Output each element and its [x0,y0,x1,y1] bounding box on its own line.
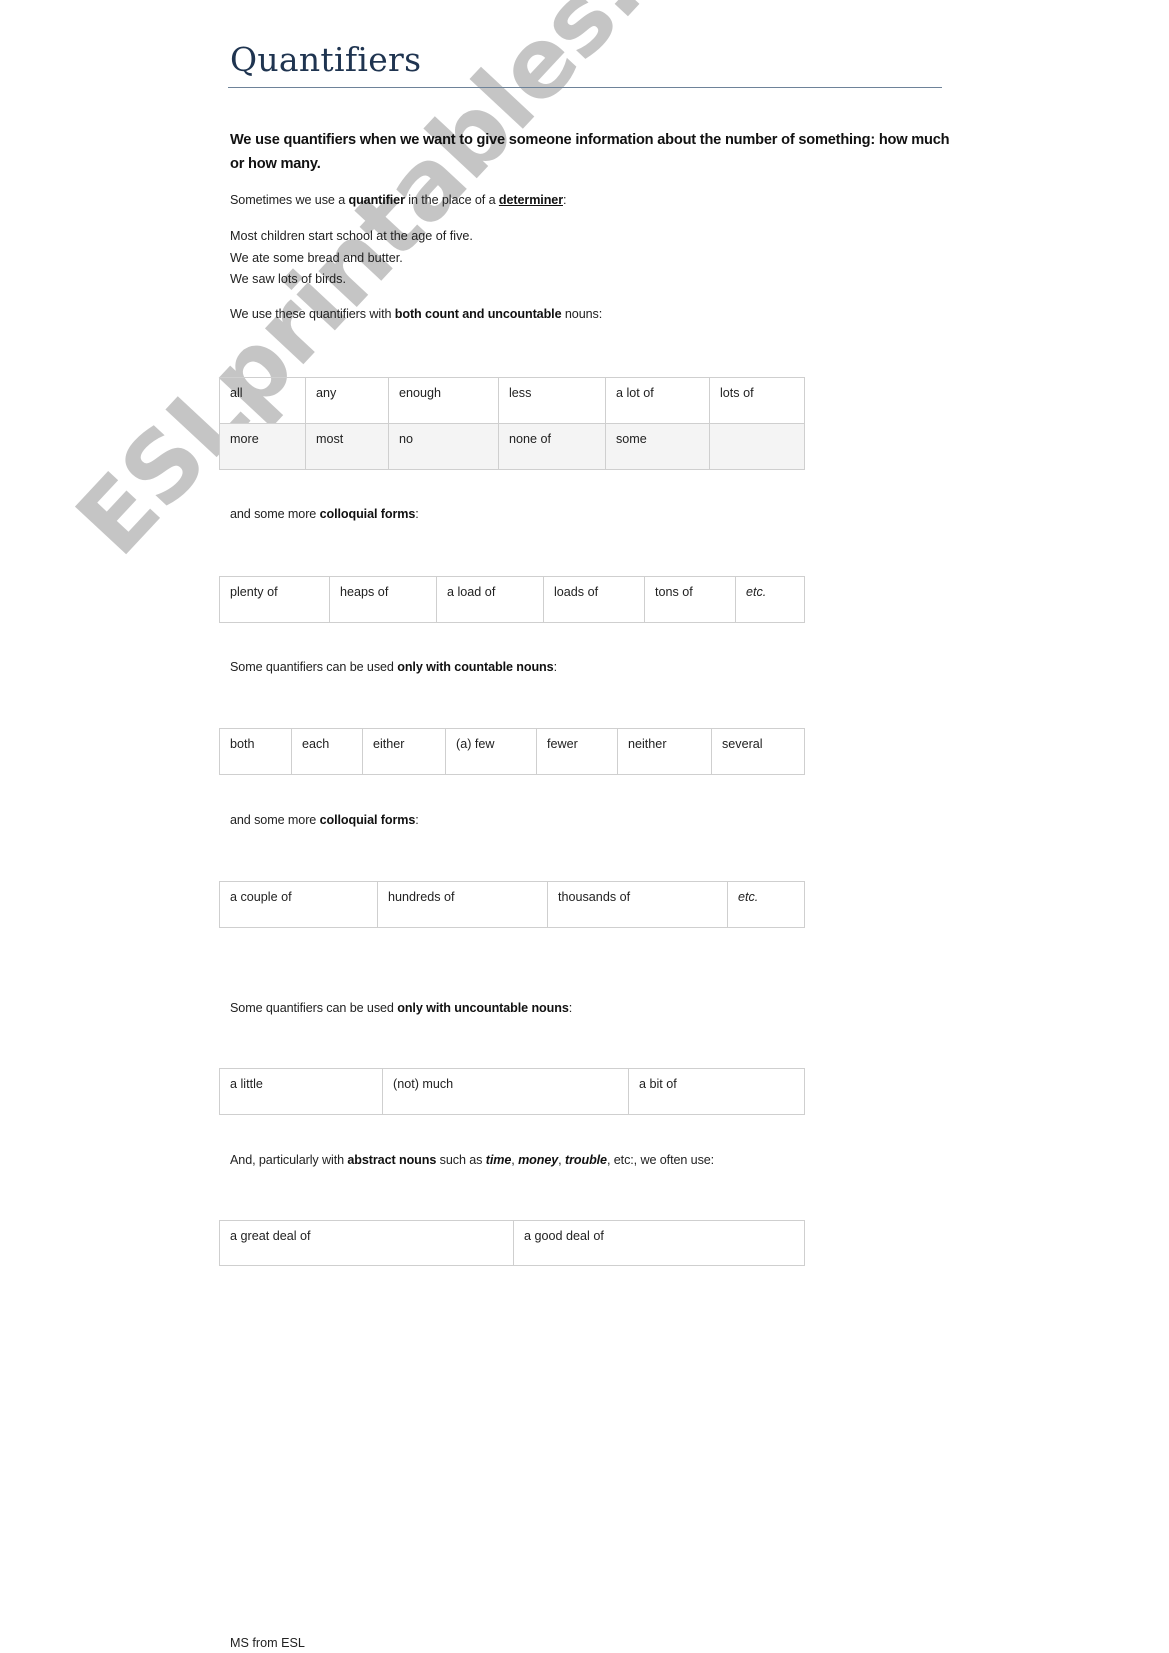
table-row: all any enough less a lot of lots of [219,377,805,424]
table-cell: a good deal of [513,1220,805,1266]
text: : [568,1001,573,1015]
table-row: a little (not) much a bit of [219,1068,805,1115]
table-cell: loads of [543,576,645,623]
table-cell: a couple of [219,881,378,928]
table-countable: both each either (a) few fewer neither s… [219,728,805,775]
table-cell: all [219,377,306,424]
table-cell: a load of [436,576,544,623]
emphasis: abstract nouns [347,1153,437,1167]
table-cell: several [711,728,805,775]
countable-sentence: Some quantifiers can be used only with c… [230,660,557,674]
text: : [415,813,419,827]
table-cell: (not) much [382,1068,629,1115]
table-cell: both [219,728,292,775]
footer-credit: MS from ESL [230,1636,305,1650]
text: and some more [230,813,320,827]
table-cell: none of [498,423,606,470]
text: : [553,660,558,674]
table-cell: a great deal of [219,1220,514,1266]
table-row: a couple of hundreds of thousands of etc… [219,881,805,928]
both-nouns-sentence: We use these quantifiers with both count… [230,307,602,321]
table-colloquial-2: a couple of hundreds of thousands of etc… [219,881,805,928]
text: Sometimes we use a [230,193,349,207]
table-cell: some [605,423,710,470]
table-uncountable: a little (not) much a bit of [219,1068,805,1115]
table-cell: less [498,377,606,424]
table-cell: each [291,728,363,775]
table-cell: a little [219,1068,383,1115]
table-cell [709,423,805,470]
example-word: trouble [564,1153,607,1167]
text: We use these quantifiers with [230,307,395,321]
table-cell: fewer [536,728,618,775]
table-cell: a bit of [628,1068,805,1115]
colloquial-sentence-2: and some more colloquial forms: [230,813,419,827]
table-cell: any [305,377,389,424]
table-abstract: a great deal of a good deal of [219,1220,805,1266]
colloquial-sentence-1: and some more colloquial forms: [230,507,419,521]
text: , [558,1153,565,1167]
table-cell: lots of [709,377,805,424]
text: , etc:, we often use: [606,1153,715,1167]
text: such as [436,1153,486,1167]
table-cell: most [305,423,389,470]
example-word: time [485,1153,512,1167]
page-title: Quantifiers [230,40,422,79]
table-cell: hundreds of [377,881,548,928]
text: : [415,507,419,521]
emphasis: both count and uncountable [394,307,562,321]
determiner-term: determiner [498,193,563,207]
quantifier-term: quantifier [348,193,405,207]
table-cell: plenty of [219,576,330,623]
title-divider [228,87,942,88]
table-cell: enough [388,377,499,424]
text: Some quantifiers can be used [230,660,398,674]
table-cell: tons of [644,576,736,623]
text: And, particularly with [230,1153,348,1167]
table-colloquial-1: plenty of heaps of a load of loads of to… [219,576,805,623]
determiner-sentence: Sometimes we use a quantifier in the pla… [230,193,567,207]
emphasis: only with uncountable nouns [397,1001,569,1015]
table-both-nouns: all any enough less a lot of lots of mor… [219,377,805,470]
table-cell: thousands of [547,881,728,928]
table-cell: heaps of [329,576,437,623]
uncountable-sentence: Some quantifiers can be used only with u… [230,1001,572,1015]
example-sentence: We ate some bread and butter. [230,250,403,265]
table-cell: (a) few [445,728,537,775]
table-cell: a lot of [605,377,710,424]
table-cell: etc. [727,881,805,928]
emphasis: colloquial forms [319,507,416,521]
table-row: a great deal of a good deal of [219,1220,805,1266]
table-cell: no [388,423,499,470]
table-cell: neither [617,728,712,775]
abstract-nouns-sentence: And, particularly with abstract nouns su… [230,1153,714,1167]
example-sentence: We saw lots of birds. [230,272,346,286]
text: nouns: [561,307,603,321]
text: Some quantifiers can be used [230,1001,398,1015]
text: in the place of a [404,193,499,207]
table-row: both each either (a) few fewer neither s… [219,728,805,775]
emphasis: colloquial forms [319,813,416,827]
text: and some more [230,507,320,521]
table-cell: more [219,423,306,470]
example-sentence: Most children start school at the age of… [230,229,473,243]
emphasis: only with countable nouns [397,660,554,674]
example-word: money [518,1153,559,1167]
text: : [563,193,567,207]
table-row: more most no none of some [219,423,805,470]
intro-paragraph: We use quantifiers when we want to give … [230,132,950,172]
table-cell: either [362,728,446,775]
table-row: plenty of heaps of a load of loads of to… [219,576,805,623]
example-sentences: Most children start school at the age of… [230,226,473,291]
table-cell: etc. [735,576,805,623]
